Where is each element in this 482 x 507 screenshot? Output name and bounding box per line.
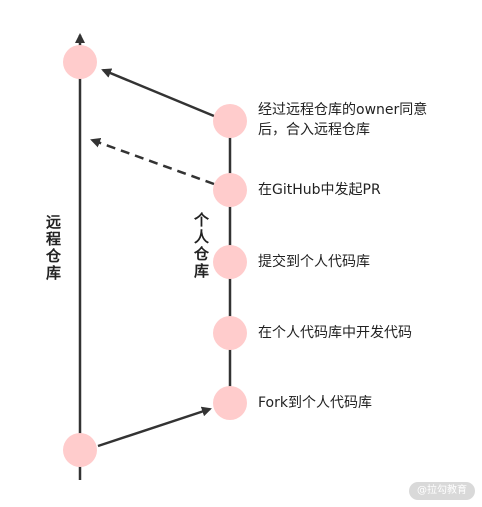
git-workflow-diagram [63, 33, 247, 480]
step-label-fork: Fork到个人代码库 [258, 395, 372, 411]
step-label-develop: 在个人代码库中开发代码 [258, 325, 412, 341]
step-node-fork [213, 386, 247, 420]
step-node-merge [213, 104, 247, 138]
watermark-badge: @拉勾教育 [409, 482, 475, 500]
step-label-commit: 提交到个人代码库 [258, 254, 370, 270]
personal-repo-label: 个人仓库 [192, 212, 210, 280]
remote-repo-label: 远程仓库 [44, 214, 62, 282]
step-node-commit [213, 245, 247, 279]
remote-origin-node [63, 433, 97, 467]
fork-arrow [97, 406, 212, 448]
merge-arrow [101, 68, 215, 118]
step-node-pr [213, 173, 247, 207]
step-label-merge: 经过远程仓库的owner同意后，合入远程仓库 [258, 102, 428, 138]
remote-merged-node [63, 45, 97, 79]
step-label-pr: 在GitHub中发起PR [258, 182, 381, 198]
step-node-develop [213, 316, 247, 350]
pr-dashed-arrow [90, 138, 215, 186]
